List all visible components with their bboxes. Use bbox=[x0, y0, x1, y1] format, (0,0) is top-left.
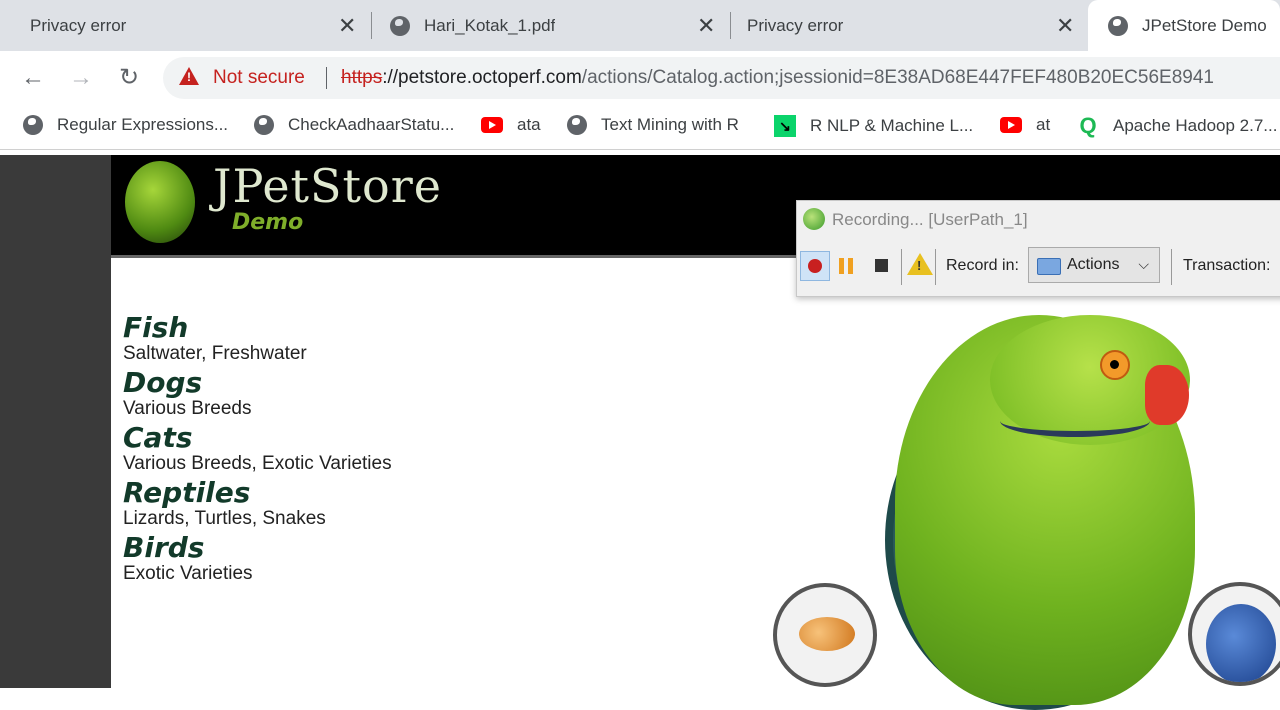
recorder-toolbar: Record in: Actions ⌵ Transaction: bbox=[797, 246, 1280, 286]
security-status[interactable]: Not secure bbox=[213, 67, 305, 89]
back-arrow-icon[interactable]: ← bbox=[19, 64, 47, 92]
tab-title: JPetStore Demo bbox=[1142, 15, 1267, 35]
close-icon[interactable]: ✕ bbox=[338, 13, 356, 39]
bookmark-text-mining[interactable]: Text Mining with R bbox=[567, 115, 739, 135]
record-icon[interactable] bbox=[800, 251, 830, 281]
omnibox-divider bbox=[326, 67, 327, 89]
url-host: ://petstore.octoperf.com bbox=[382, 67, 582, 88]
stop-icon[interactable] bbox=[875, 259, 888, 272]
toolbar-divider bbox=[935, 249, 936, 285]
globe-icon bbox=[1108, 15, 1128, 36]
category-description: Lizards, Turtles, Snakes bbox=[123, 508, 326, 529]
category-cats[interactable]: Cats Various Breeds, Exotic Varieties bbox=[123, 423, 392, 475]
category-description: Saltwater, Freshwater bbox=[123, 343, 307, 364]
category-name[interactable]: Cats bbox=[123, 423, 392, 453]
forward-arrow-icon[interactable]: → bbox=[67, 64, 95, 92]
chevron-down-icon: ⌵ bbox=[1138, 256, 1149, 272]
bookmark-label: at bbox=[1036, 115, 1051, 134]
url-scheme: https bbox=[341, 67, 383, 88]
category-name[interactable]: Dogs bbox=[123, 368, 252, 398]
pause-icon[interactable] bbox=[839, 258, 853, 274]
bookmark-label: ata bbox=[517, 115, 541, 134]
bookmark-regular-expressions[interactable]: Regular Expressions... bbox=[23, 115, 228, 135]
category-name[interactable]: Birds bbox=[123, 533, 253, 563]
toolbar-divider bbox=[1171, 249, 1172, 285]
toolbar-divider bbox=[901, 249, 902, 285]
tab-privacy-error-1[interactable]: Privacy error ✕ bbox=[0, 0, 370, 51]
record-in-value: Actions bbox=[1067, 256, 1120, 273]
globe-icon bbox=[23, 115, 43, 135]
tab-jpetstore[interactable]: JPetStore Demo bbox=[1088, 0, 1280, 51]
bookmark-check-aadhaar[interactable]: CheckAadhaarStatu... bbox=[254, 115, 454, 135]
url-text[interactable]: https://petstore.octoperf.com/actions/Ca… bbox=[341, 67, 1214, 89]
folder-icon bbox=[1037, 258, 1061, 275]
bookmark-apache-hadoop[interactable]: Q Apache Hadoop 2.7... bbox=[1077, 115, 1277, 137]
bookmark-ata[interactable]: ata bbox=[481, 115, 541, 135]
globe-icon bbox=[567, 115, 587, 135]
globe-icon bbox=[254, 115, 274, 135]
parrot-beak bbox=[1145, 365, 1189, 425]
browser-toolbar: ← → ↻ Not secure https://petstore.octope… bbox=[0, 51, 1280, 105]
bookmark-label: Text Mining with R bbox=[601, 115, 739, 134]
site-logo-subtitle: Demo bbox=[232, 210, 304, 235]
reload-icon[interactable]: ↻ bbox=[115, 64, 143, 92]
site-logo-title[interactable]: JPetStore bbox=[213, 159, 442, 213]
globe-icon bbox=[390, 15, 410, 36]
tab-privacy-error-2[interactable]: Privacy error ✕ bbox=[731, 0, 1087, 51]
bookmark-at[interactable]: at bbox=[1000, 115, 1050, 135]
tab-strip: Privacy error ✕ Hari_Kotak_1.pdf ✕ Priva… bbox=[0, 0, 1280, 51]
close-icon[interactable]: ✕ bbox=[1056, 13, 1074, 39]
qubole-icon: Q bbox=[1079, 113, 1097, 138]
recording-panel: Recording... [UserPath_1] Record in: Act… bbox=[796, 200, 1280, 297]
bookmark-label: Apache Hadoop 2.7... bbox=[1113, 116, 1278, 135]
bookmark-label: CheckAadhaarStatu... bbox=[288, 115, 455, 134]
category-dogs[interactable]: Dogs Various Breeds bbox=[123, 368, 252, 420]
parrot-collar bbox=[1000, 405, 1150, 437]
close-icon[interactable]: ✕ bbox=[697, 13, 715, 39]
bookmark-label: R NLP & Machine L... bbox=[810, 116, 974, 135]
bookmarks-bar: Regular Expressions... CheckAadhaarStatu… bbox=[0, 105, 1280, 150]
address-bar[interactable]: Not secure https://petstore.octoperf.com… bbox=[163, 57, 1280, 99]
tab-title: Privacy error bbox=[747, 15, 844, 35]
parrot-logo-icon[interactable] bbox=[125, 161, 195, 243]
bookmark-label: Regular Expressions... bbox=[57, 115, 229, 134]
transaction-label: Transaction: bbox=[1183, 257, 1271, 274]
category-name[interactable]: Reptiles bbox=[123, 478, 326, 508]
tab-title: Hari_Kotak_1.pdf bbox=[424, 15, 556, 35]
bookmark-r-nlp[interactable]: ↘ R NLP & Machine L... bbox=[774, 115, 973, 137]
category-description: Exotic Varieties bbox=[123, 563, 253, 584]
fish-image-link[interactable] bbox=[773, 583, 877, 687]
recording-title: Recording... [UserPath_1] bbox=[832, 210, 1028, 229]
tab-title: Privacy error bbox=[30, 15, 127, 35]
youtube-icon bbox=[481, 117, 503, 133]
category-description: Various Breeds, Exotic Varieties bbox=[123, 453, 392, 474]
warning-icon[interactable] bbox=[179, 67, 199, 85]
category-birds[interactable]: Birds Exotic Varieties bbox=[123, 533, 253, 585]
recorder-logo-icon bbox=[803, 208, 825, 230]
parrot-eye bbox=[1100, 350, 1130, 380]
record-in-label: Record in: bbox=[946, 257, 1019, 274]
url-path: /actions/Catalog.action;jsessionid=8E38A… bbox=[581, 67, 1214, 88]
category-description: Various Breeds bbox=[123, 398, 252, 419]
datacamp-icon: ↘ bbox=[774, 115, 796, 137]
tab-pdf[interactable]: Hari_Kotak_1.pdf ✕ bbox=[372, 0, 729, 51]
category-reptiles[interactable]: Reptiles Lizards, Turtles, Snakes bbox=[123, 478, 326, 530]
category-fish[interactable]: Fish Saltwater, Freshwater bbox=[123, 313, 307, 365]
warning-icon[interactable] bbox=[907, 253, 933, 275]
category-name[interactable]: Fish bbox=[123, 313, 307, 343]
page-left-margin bbox=[0, 155, 111, 688]
record-in-select[interactable]: Actions ⌵ bbox=[1028, 247, 1160, 283]
youtube-icon bbox=[1000, 117, 1022, 133]
